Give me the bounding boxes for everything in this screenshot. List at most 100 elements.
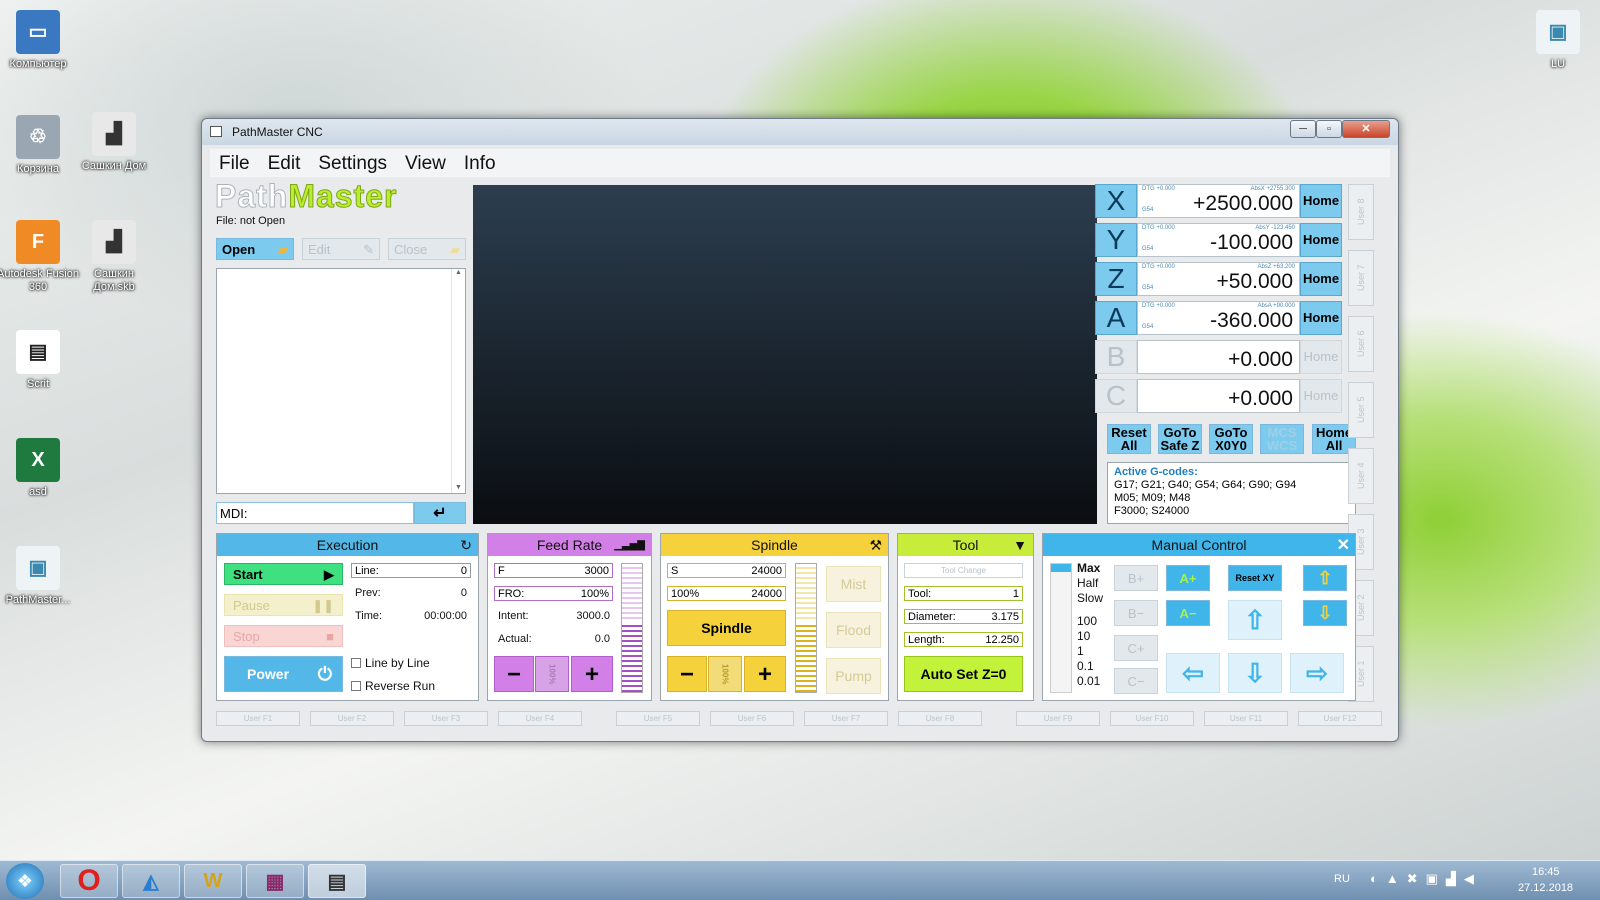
home-x-button[interactable]: Home bbox=[1300, 184, 1342, 218]
home-a-button[interactable]: Home bbox=[1300, 301, 1342, 335]
menu-view[interactable]: View bbox=[396, 149, 455, 177]
spindle-plus-button[interactable]: + bbox=[744, 656, 786, 692]
tool-diameter-field[interactable]: Diameter: 3.175 bbox=[904, 609, 1023, 624]
jog-z-up-button[interactable]: ⇧ bbox=[1303, 565, 1347, 591]
desktop-icon-asd[interactable]: Xasd bbox=[0, 438, 80, 499]
user-f3-button[interactable]: User F3 bbox=[404, 711, 488, 726]
jog-a-minus-button[interactable]: A− bbox=[1166, 600, 1210, 626]
desktop-icon-recycle[interactable]: ♲ Корзина bbox=[0, 115, 80, 176]
start-button[interactable]: Start ▶ bbox=[224, 563, 343, 585]
mist-button[interactable]: Mist bbox=[826, 566, 881, 602]
menu-settings[interactable]: Settings bbox=[309, 149, 396, 177]
spindle-override-field[interactable]: 100% 24000 bbox=[667, 586, 786, 601]
jog-x-minus-button[interactable]: ⇦ bbox=[1166, 653, 1220, 693]
spindle-s-field[interactable]: S 24000 bbox=[667, 563, 786, 578]
jog-z-down-button[interactable]: ⇩ bbox=[1303, 600, 1347, 626]
user-f12-button[interactable]: User F12 bbox=[1298, 711, 1382, 726]
feed-f-field[interactable]: F 3000 bbox=[494, 563, 613, 578]
axis-x-readout[interactable]: DTG +0.000 AbsX +2755.300 G54 +2500.000 bbox=[1137, 184, 1300, 218]
reset-xy-button[interactable]: Reset XY bbox=[1228, 565, 1282, 591]
slider-thumb[interactable] bbox=[1051, 564, 1071, 572]
user-f4-button[interactable]: User F4 bbox=[498, 711, 582, 726]
stop-button[interactable]: Stop ■ bbox=[224, 625, 343, 647]
flood-button[interactable]: Flood bbox=[826, 612, 881, 648]
mdi-input[interactable]: MDI: bbox=[216, 502, 414, 524]
jog-speed-slider[interactable] bbox=[1050, 563, 1072, 693]
reset-all-button[interactable]: Reset All bbox=[1107, 424, 1151, 454]
taskbar-winrar[interactable]: ▦ bbox=[246, 864, 304, 898]
taskbar-dolphin[interactable]: ◭ bbox=[122, 864, 180, 898]
line-by-line-checkbox[interactable]: Line by Line bbox=[351, 656, 430, 670]
spindle-reset-button[interactable]: 100% bbox=[708, 656, 742, 692]
minimize-button[interactable]: ─ bbox=[1290, 120, 1316, 138]
user-tab-6[interactable]: User 6 bbox=[1348, 316, 1374, 372]
axis-a-readout[interactable]: DTG +0.000 AbsA +90.000 G54 -360.000 bbox=[1137, 301, 1300, 335]
user-tab-8[interactable]: User 8 bbox=[1348, 184, 1374, 240]
feed-plus-button[interactable]: + bbox=[571, 656, 613, 692]
taskbar-pathmaster[interactable]: ▤ bbox=[308, 864, 366, 898]
mdi-enter-button[interactable]: ↵ bbox=[414, 502, 466, 524]
jog-y-plus-button[interactable]: ⇧ bbox=[1228, 600, 1282, 640]
user-f7-button[interactable]: User F7 bbox=[804, 711, 888, 726]
pause-button[interactable]: Pause ❚❚ bbox=[224, 594, 343, 616]
menu-file[interactable]: File bbox=[210, 149, 259, 177]
feed-minus-button[interactable]: − bbox=[494, 656, 534, 692]
mcs-wcs-button[interactable]: MCS WCS bbox=[1260, 424, 1304, 454]
jog-a-plus-button[interactable]: A+ bbox=[1166, 565, 1210, 591]
feed-reset-button[interactable]: 100% bbox=[535, 656, 569, 692]
user-tab-5[interactable]: User 5 bbox=[1348, 382, 1374, 438]
feed-fro-field[interactable]: FRO: 100% bbox=[494, 586, 613, 601]
jog-y-minus-button[interactable]: ⇩ bbox=[1228, 653, 1282, 693]
user-f8-button[interactable]: User F8 bbox=[898, 711, 982, 726]
maximize-button[interactable]: ▫ bbox=[1316, 120, 1342, 138]
spindle-toggle-button[interactable]: Spindle bbox=[667, 610, 786, 646]
user-tab-7[interactable]: User 7 bbox=[1348, 250, 1374, 306]
desktop-icon-computer[interactable]: ▭ Компьютер bbox=[0, 10, 80, 71]
clock-time[interactable]: 16:45 bbox=[1532, 866, 1560, 878]
close-icon[interactable]: ✕ bbox=[1337, 535, 1350, 555]
language-indicator[interactable]: RU bbox=[1334, 873, 1350, 885]
gcode-listing[interactable]: ▲ ▼ bbox=[216, 268, 466, 494]
menu-info[interactable]: Info bbox=[455, 149, 505, 177]
jog-b-plus-button[interactable]: B+ bbox=[1114, 565, 1158, 591]
home-z-button[interactable]: Home bbox=[1300, 262, 1342, 296]
tray-icons[interactable]: ◐▲✖▣▟◀ bbox=[1370, 871, 1482, 887]
tool-length-field[interactable]: Length: 12.250 bbox=[904, 632, 1023, 647]
desktop-icon-lu[interactable]: ▣ LU bbox=[1516, 10, 1600, 71]
desktop-icon-fusion[interactable]: F Autodesk Fusion 360 bbox=[0, 220, 80, 294]
close-window-button[interactable]: ✕ bbox=[1342, 120, 1390, 138]
clock-date[interactable]: 27.12.2018 bbox=[1518, 882, 1573, 894]
user-f2-button[interactable]: User F2 bbox=[310, 711, 394, 726]
reverse-run-checkbox[interactable]: Reverse Run bbox=[351, 679, 435, 693]
taskbar-wow[interactable]: W bbox=[184, 864, 242, 898]
axis-z-readout[interactable]: DTG +0.000 AbsZ +63.200 G54 +50.000 bbox=[1137, 262, 1300, 296]
jog-x-plus-button[interactable]: ⇨ bbox=[1290, 653, 1344, 693]
desktop-icon-sashkin[interactable]: ▟ Сашкин Дом bbox=[72, 112, 156, 173]
desktop-icon-sashkin-skb[interactable]: ▟ Сашкин Дом.skb bbox=[72, 220, 156, 294]
user-tab-4[interactable]: User 4 bbox=[1348, 448, 1374, 504]
title-bar[interactable]: PathMaster CNC ─ ▫ ✕ bbox=[202, 119, 1398, 145]
power-button[interactable]: Power ⏻ bbox=[224, 656, 343, 692]
user-f10-button[interactable]: User F10 bbox=[1110, 711, 1194, 726]
user-f11-button[interactable]: User F11 bbox=[1204, 711, 1288, 726]
user-f5-button[interactable]: User F5 bbox=[616, 711, 700, 726]
home-y-button[interactable]: Home bbox=[1300, 223, 1342, 257]
taskbar-opera[interactable]: O bbox=[60, 864, 118, 898]
start-orb[interactable]: ❖ bbox=[6, 863, 44, 899]
jog-c-minus-button[interactable]: C− bbox=[1114, 668, 1158, 694]
user-f9-button[interactable]: User F9 bbox=[1016, 711, 1100, 726]
scrollbar[interactable]: ▲ ▼ bbox=[451, 269, 465, 493]
menu-edit[interactable]: Edit bbox=[259, 149, 310, 177]
toolpath-viewport[interactable] bbox=[473, 185, 1097, 524]
home-b-button[interactable]: Home bbox=[1300, 340, 1342, 374]
desktop-icon-scrit[interactable]: ▤ Scrit bbox=[0, 330, 80, 391]
goto-safe-z-button[interactable]: GoTo Safe Z bbox=[1158, 424, 1202, 454]
edit-file-button[interactable]: Edit ✎ bbox=[302, 238, 380, 260]
user-f1-button[interactable]: User F1 bbox=[216, 711, 300, 726]
spindle-minus-button[interactable]: − bbox=[667, 656, 707, 692]
jog-c-plus-button[interactable]: C+ bbox=[1114, 635, 1158, 661]
auto-set-z-button[interactable]: Auto Set Z=0 bbox=[904, 656, 1023, 692]
tool-change-button[interactable]: Tool Change bbox=[904, 563, 1023, 578]
tool-number-field[interactable]: Tool: 1 bbox=[904, 586, 1023, 601]
goto-x0y0-button[interactable]: GoTo X0Y0 bbox=[1209, 424, 1253, 454]
